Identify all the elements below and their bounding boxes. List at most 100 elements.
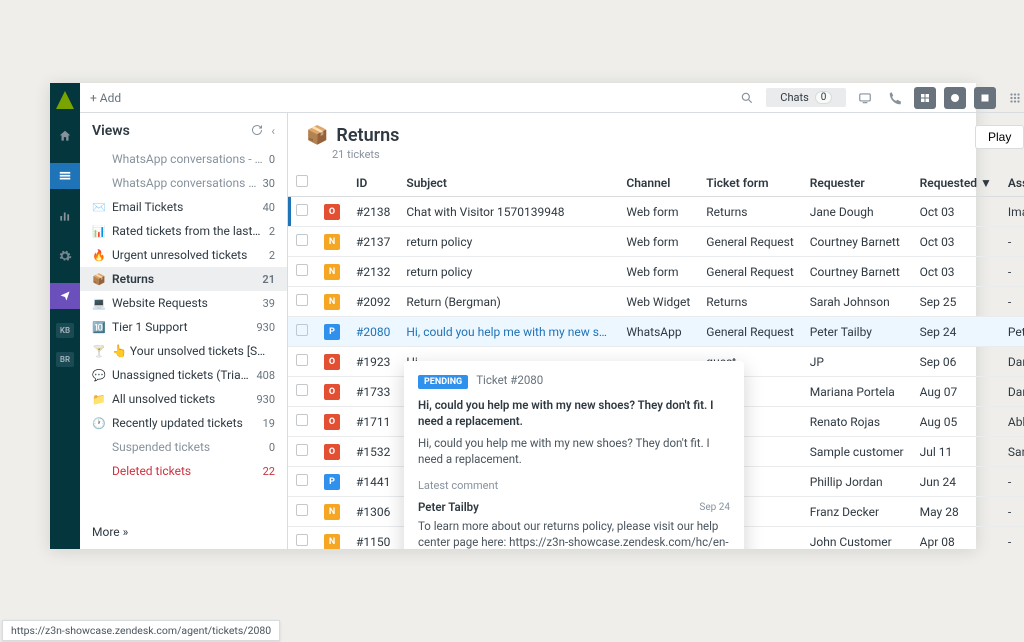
row-checkbox[interactable] (296, 324, 308, 336)
row-checkbox[interactable] (296, 294, 308, 306)
refresh-icon[interactable] (251, 124, 263, 138)
app-icon-2[interactable] (944, 87, 966, 109)
view-item-13[interactable]: Deleted tickets22 (80, 459, 287, 483)
chats-pill[interactable]: Chats0 (766, 88, 846, 107)
ticket-channel: Web form (618, 257, 698, 287)
row-checkbox[interactable] (296, 234, 308, 246)
row-checkbox[interactable] (296, 264, 308, 276)
view-item-label: Urgent unresolved tickets (112, 248, 263, 262)
col-8[interactable]: Assigne (1000, 169, 1024, 197)
ticket-requested: Apr 08 (912, 527, 1000, 550)
col-6[interactable]: Requester (802, 169, 912, 197)
view-item-12[interactable]: Suspended tickets0 (80, 435, 287, 459)
nav-views[interactable] (50, 163, 80, 189)
nav-home[interactable] (50, 123, 80, 149)
row-checkbox[interactable] (296, 354, 308, 366)
ticket-assignee: Peter Tai (1000, 317, 1024, 347)
view-item-icon: 🍸 (92, 345, 106, 358)
collapse-icon[interactable]: ‹ (271, 124, 275, 138)
row-checkbox[interactable] (296, 384, 308, 396)
ticket-assignee: - (1000, 257, 1024, 287)
view-item-label: Tier 1 Support (112, 320, 250, 334)
col-4[interactable]: Channel (618, 169, 698, 197)
view-item-label: 👆 Your unsolved tickets [Skil… (112, 344, 269, 358)
nav-admin[interactable] (50, 243, 80, 269)
ticket-id: #1306 (348, 497, 398, 527)
view-item-icon: 📁 (92, 393, 106, 406)
view-item-11[interactable]: 🕐Recently updated tickets19 (80, 411, 287, 435)
view-item-6[interactable]: 💻Website Requests39 (80, 291, 287, 315)
view-item-10[interactable]: 📁All unsolved tickets930 (80, 387, 287, 411)
select-all-checkbox[interactable] (296, 175, 308, 187)
ticket-requested: Aug 07 (912, 377, 1000, 407)
view-item-5[interactable]: 📦Returns21 (80, 267, 287, 291)
ticket-row[interactable]: O #2138 Chat with Visitor 1570139948 Web… (288, 197, 1024, 227)
status-badge: O (324, 354, 340, 370)
col-0[interactable] (288, 169, 316, 197)
ticket-id: #1733 (348, 377, 398, 407)
view-item-1[interactable]: WhatsApp conversations - Unass…30 (80, 171, 287, 195)
view-item-icon: 📊 (92, 225, 106, 238)
view-item-count: 39 (263, 297, 275, 310)
row-checkbox[interactable] (296, 534, 308, 546)
search-icon[interactable] (736, 87, 758, 109)
ticket-list-panel: 📦 Returns 21 tickets Play ▾ IDSubjectCha… (288, 113, 1024, 549)
col-5[interactable]: Ticket form (698, 169, 801, 197)
app-icon-1[interactable] (914, 87, 936, 109)
ticket-requester: Sample customer (802, 437, 912, 467)
view-subtitle: 21 tickets (332, 148, 399, 161)
ticket-assignee: Imaadh S (1000, 197, 1024, 227)
col-3[interactable]: Subject (398, 169, 618, 197)
col-2[interactable]: ID (348, 169, 398, 197)
play-button[interactable]: Play (975, 125, 1024, 149)
status-badge: O (324, 384, 340, 400)
view-item-4[interactable]: 🔥Urgent unresolved tickets2 (80, 243, 287, 267)
view-item-9[interactable]: 💬Unassigned tickets (Triage)408 (80, 363, 287, 387)
view-item-count: 930 (256, 321, 275, 334)
phone-icon[interactable] (884, 87, 906, 109)
view-item-label: Recently updated tickets (112, 416, 257, 430)
nav-badge-2[interactable]: BR (56, 352, 74, 367)
view-item-icon: ✉️ (92, 201, 106, 214)
add-button[interactable]: + Add (90, 91, 121, 105)
ticket-id: #2092 (348, 287, 398, 317)
view-item-3[interactable]: 📊Rated tickets from the last 7 d…2 (80, 219, 287, 243)
nav-reporting[interactable] (50, 203, 80, 229)
nav-badge-1[interactable]: KB (56, 323, 74, 338)
apps-grid-icon[interactable] (1004, 87, 1024, 109)
view-item-8[interactable]: 🍸 👆 Your unsolved tickets [Skil… (80, 339, 287, 363)
ticket-row[interactable]: N #2132 return policy Web form General R… (288, 257, 1024, 287)
views-sidebar: Views ‹ WhatsApp conversations - Assig…0… (80, 113, 288, 549)
view-item-7[interactable]: 🔟Tier 1 Support930 (80, 315, 287, 339)
more-views-link[interactable]: More » (80, 515, 287, 549)
view-item-label: Returns (112, 272, 256, 286)
status-badge: N (324, 234, 340, 250)
row-checkbox[interactable] (296, 474, 308, 486)
ticket-requested: May 28 (912, 497, 1000, 527)
ticket-row[interactable]: N #2092 Return (Bergman) Web Widget Retu… (288, 287, 1024, 317)
col-7[interactable]: Requested ▼ (912, 169, 1000, 197)
view-item-2[interactable]: ✉️Email Tickets40 (80, 195, 287, 219)
view-item-label: Unassigned tickets (Triage) (112, 368, 250, 382)
ticket-row[interactable]: P #2080 Hi, could you help me with my ne… (288, 317, 1024, 347)
nav-channels[interactable] (50, 283, 80, 309)
ticket-requester: JP (802, 347, 912, 377)
topbar: + Add Chats0 (80, 83, 1024, 113)
view-item-0[interactable]: WhatsApp conversations - Assig…0 (80, 147, 287, 171)
ticket-channel: Web form (618, 197, 698, 227)
row-checkbox[interactable] (296, 414, 308, 426)
ticket-requested: Oct 03 (912, 197, 1000, 227)
row-checkbox[interactable] (296, 444, 308, 456)
ticket-assignee: Abhi Bas (1000, 407, 1024, 437)
row-checkbox[interactable] (296, 204, 308, 216)
conversations-icon[interactable] (854, 87, 876, 109)
col-1[interactable] (316, 169, 348, 197)
ticket-channel: Web Widget (618, 287, 698, 317)
status-badge: N (324, 534, 340, 549)
view-item-label: WhatsApp conversations - Assig… (112, 152, 263, 166)
row-checkbox[interactable] (296, 504, 308, 516)
app-icon-3[interactable] (974, 87, 996, 109)
view-item-count: 0 (269, 441, 275, 454)
ticket-row[interactable]: N #2137 return policy Web form General R… (288, 227, 1024, 257)
ticket-requester: Courtney Barnett (802, 257, 912, 287)
